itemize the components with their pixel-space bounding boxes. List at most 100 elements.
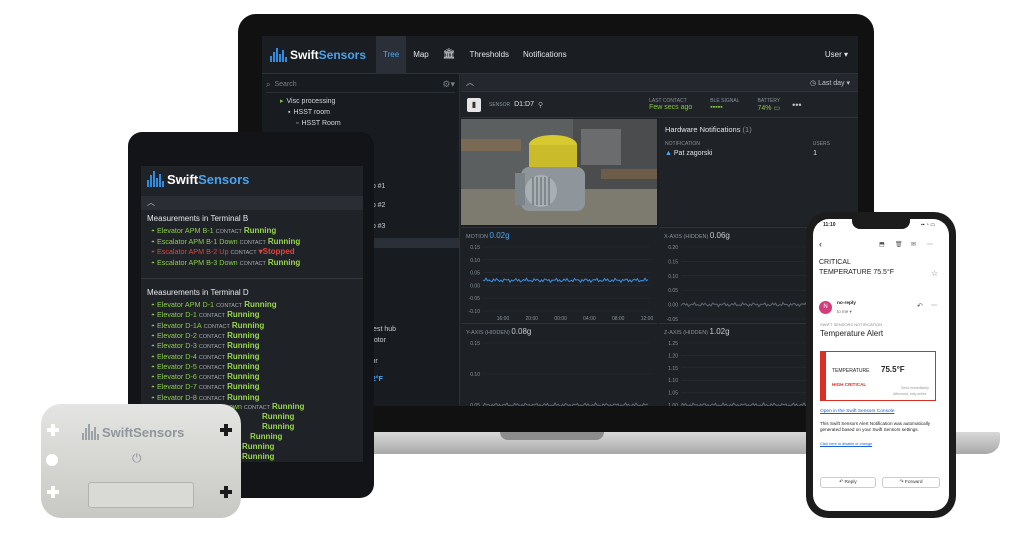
equipment-name: Elevator D-6 [156, 372, 197, 382]
more-icon[interactable]: ⋯ [927, 241, 933, 248]
list-item[interactable]: ◓ Elevator D-1 CONTACT Running [151, 310, 260, 319]
y-tick-label: 1.20 [668, 353, 678, 359]
reply-icon: ↶ [839, 480, 844, 485]
power-icon[interactable]: ⏻ [132, 451, 142, 466]
equipment-name: Elevator APM D-1 [156, 300, 215, 309]
nav-tree[interactable]: Tree [376, 36, 407, 74]
list-item[interactable]: ◓ Elevator D-4 CONTACT Running [151, 352, 260, 361]
battery-icon: ▭ [773, 104, 781, 112]
y-tick-label: -0.10 [469, 309, 481, 315]
user-menu[interactable]: User ▾ [825, 50, 848, 59]
hardware-notification-row[interactable]: ▲ Pat zagorski 1 [665, 150, 852, 157]
reply-icon[interactable]: ↶ [917, 302, 923, 310]
motion-chart: MOTION 0.02g 0.15 0.10 0.05 0.00 -0.05 -0.10 1… [461, 227, 657, 322]
last-contact-stat: LAST CONTACT Few secs ago [649, 98, 693, 111]
x-tick-label: 04:00 [583, 316, 596, 322]
equipment-name: Elevator APM B-1 [156, 226, 214, 235]
more-options-icon[interactable]: ••• [792, 100, 801, 110]
gauge-icon: ◓ [151, 302, 155, 309]
status-running: Running [262, 412, 295, 421]
tree-item-hsst[interactable]: ▪ HSST room [262, 107, 459, 118]
forward-button[interactable]: ↷ Forward [882, 477, 940, 488]
nav-notifications[interactable]: Notifications [516, 36, 574, 74]
tree-item-hsst-room[interactable]: ▫ HSST Room [262, 118, 459, 129]
list-item[interactable]: ◓ Escalator APM B-3 Down CONTACT Running [151, 258, 300, 267]
status-value: Running [244, 300, 277, 309]
top-navbar: SwiftSensors Tree Map 🏛 Thresholds Notif… [262, 36, 858, 74]
list-item[interactable]: ◓ Escalator APM B-2 Up CONTACT ▾Stopped [151, 247, 295, 256]
archive-icon[interactable]: ⬒ [879, 241, 885, 248]
y-tick-label: 0.05 [668, 288, 678, 294]
list-item[interactable]: ◓ Elevator D-7 CONTACT Running [151, 382, 260, 391]
alert-bar [821, 352, 826, 400]
mount-cross-icon [47, 424, 59, 436]
section-divider [141, 278, 363, 279]
nav-map[interactable]: Map [406, 36, 436, 74]
mount-cross-icon [220, 486, 232, 498]
list-item[interactable]: ◓ Elevator APM D-1 CONTACT Running [151, 300, 277, 309]
phone-screen: 11:10 ▪▪ ◔ ▭ ‹ ⬒ 🗑 ✉ ⋯ CRITICAL TEMPERAT… [813, 219, 949, 511]
tree-item-visc[interactable]: ▸ Visc processing [262, 96, 459, 107]
logo-bars-icon [82, 424, 99, 440]
tablet-collapse-bar[interactable]: ︿ [141, 196, 363, 210]
contact-label: CONTACT [198, 333, 226, 340]
gear-icon[interactable]: ⚙▾ [442, 79, 455, 90]
status-value: Running [227, 372, 260, 382]
led-dot [46, 454, 58, 466]
status-icons: ▪▪ ◔ ▭ [921, 222, 936, 228]
recipient[interactable]: to me ▾ [837, 309, 852, 315]
location-pin-icon[interactable]: ⚲ [538, 101, 543, 109]
alert-card: TEMPERATURE 75.5°F HIGH CRITICAL Send im… [820, 351, 936, 401]
user-icon: ▲ [665, 150, 672, 157]
time-range-select[interactable]: ◷ Last day ▾ [810, 79, 850, 87]
status-value: Running [227, 341, 260, 351]
console-link[interactable]: Open in the Swift Sensors Console [820, 409, 894, 414]
hardware-notifications-panel: Hardware Notifications (1) NOTIFICATION U… [659, 119, 858, 225]
contact-label: CONTACT [216, 303, 243, 309]
y-tick-label: 0.15 [470, 245, 480, 251]
nav-thresholds[interactable]: Thresholds [462, 36, 516, 74]
notification-title: Temperature Alert [820, 329, 884, 338]
equipment-name: Elevator D-7 [156, 382, 197, 392]
list-item-partial[interactable]: own CONTACT Running [229, 402, 304, 411]
equipment-name: Escalator APM B-2 Up [156, 247, 229, 256]
search-bar[interactable]: ⌕ Search ⚙▾ [266, 77, 455, 93]
status-value: Running [267, 236, 301, 246]
status-running: Running [242, 452, 275, 461]
equipment-name: Elevator D-1 [156, 310, 197, 320]
mail-icon[interactable]: ✉ [911, 241, 916, 248]
gauge-icon: ◓ [151, 322, 155, 330]
y-tick-label: 0.10 [668, 274, 678, 280]
unsubscribe-link[interactable]: Click here to disable or change [820, 442, 872, 446]
logo-text: SwiftSensors [290, 47, 367, 62]
send-note: Afterward, stay active [893, 392, 927, 396]
y-tick-label: 0.15 [470, 341, 480, 347]
brand-logo[interactable]: SwiftSensors [270, 47, 367, 62]
back-icon[interactable]: ‹ [819, 239, 822, 249]
gauge-icon: ◓ [151, 238, 155, 246]
reply-button[interactable]: ↶ Reply [820, 477, 876, 488]
status-value: Running [227, 361, 260, 371]
y-tick-label: 0.10 [470, 258, 480, 264]
more-icon[interactable]: ⋯ [931, 302, 937, 309]
list-item[interactable]: ◓ Elevator D-8 CONTACT Running [151, 393, 260, 402]
y-axis-chart-plot: 0.15 0.10 0.05 [470, 341, 651, 406]
list-item[interactable]: ◓ Elevator APM B-1 CONTACT Running [151, 226, 276, 235]
bank-icon[interactable]: 🏛 [436, 36, 463, 74]
equipment-name: Elevator D-4 [156, 351, 197, 361]
status-running: Running [262, 422, 295, 431]
list-item[interactable]: ◓ Elevator D-6 CONTACT Running [151, 372, 260, 381]
search-input[interactable]: Search [274, 81, 296, 88]
contact-label: CONTACT [239, 260, 266, 267]
list-item[interactable]: ◓ Elevator D-5 CONTACT Running [151, 362, 260, 371]
y-tick-label: 0.20 [668, 245, 678, 251]
list-item[interactable]: ◓ Elevator D-2 CONTACT Running [151, 331, 260, 340]
collapse-icon[interactable]: ︿ [466, 77, 474, 88]
list-item[interactable]: ◓ Elevator D-3 CONTACT Running [151, 341, 260, 350]
trash-icon[interactable]: 🗑 [895, 241, 903, 248]
equipment-name: Elevator D-3 [156, 341, 197, 351]
list-item[interactable]: ◓ Escalator APM B-1 Down CONTACT Running [151, 237, 300, 246]
gauge-icon: ◓ [151, 363, 155, 371]
list-item[interactable]: ◓ Elevator D-1A CONTACT Running [151, 321, 264, 330]
star-icon[interactable]: ☆ [931, 269, 938, 278]
